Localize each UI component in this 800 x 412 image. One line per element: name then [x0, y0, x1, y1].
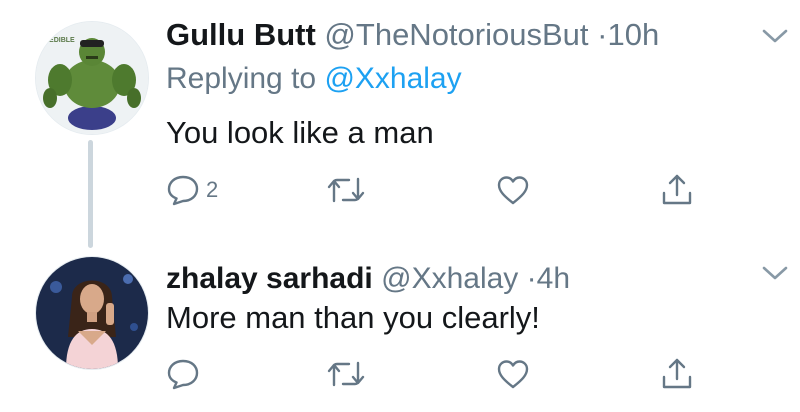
tweet-actions: 2 [0, 170, 800, 210]
retweet-icon [327, 177, 365, 203]
heart-icon [497, 176, 529, 205]
tweet-gullu-butt[interactable]: REDIBLE Gullu Butt @TheNotoriousBut ·10h… [0, 0, 800, 248]
tweet-zhalay-sarhadi[interactable]: zhalay sarhadi @Xxhalay ·4h More man tha… [0, 240, 800, 412]
replying-to: Replying to @Xxhalay [166, 59, 462, 99]
reply-count: 2 [206, 177, 219, 202]
chevron-down-icon[interactable] [762, 28, 788, 44]
tweet-header: zhalay sarhadi @Xxhalay ·4h [166, 260, 570, 298]
tweet-actions [0, 354, 800, 394]
replying-mention-link[interactable]: @Xxhalay [324, 62, 461, 95]
retweet-icon [327, 361, 365, 387]
like-button[interactable] [496, 170, 530, 210]
reply-icon [167, 359, 199, 390]
timestamp[interactable]: 10h [607, 17, 659, 52]
share-icon [662, 174, 692, 205]
like-button[interactable] [496, 354, 530, 394]
user-handle[interactable]: @Xxhalay [381, 262, 518, 295]
separator: · [526, 262, 537, 295]
share-button[interactable] [660, 170, 694, 210]
reply-button[interactable]: 2 [166, 170, 218, 210]
tweet-header: Gullu Butt @TheNotoriousBut ·10h [166, 15, 659, 55]
timestamp[interactable]: 4h [537, 262, 570, 295]
tweet-text: More man than you clearly! [166, 300, 540, 335]
retweet-button[interactable] [326, 170, 366, 210]
heart-icon [497, 360, 529, 389]
reply-icon [167, 175, 199, 206]
user-avatar[interactable]: REDIBLE [35, 21, 149, 135]
chevron-down-icon[interactable] [762, 265, 788, 281]
user-handle[interactable]: @TheNotoriousBut [324, 17, 588, 52]
display-name[interactable]: zhalay sarhadi [166, 262, 373, 295]
woman-avatar-icon [36, 257, 148, 369]
avatar-badge-text: REDIBLE [44, 37, 75, 44]
separator: · [597, 17, 608, 52]
share-icon [662, 358, 692, 389]
retweet-button[interactable] [326, 354, 366, 394]
tweet-text: You look like a man [166, 115, 434, 150]
share-button[interactable] [660, 354, 694, 394]
user-avatar[interactable] [35, 256, 149, 370]
display-name[interactable]: Gullu Butt [166, 17, 316, 52]
reply-button[interactable] [166, 354, 200, 394]
replying-prefix: Replying to [166, 62, 317, 95]
hulk-avatar-icon: REDIBLE [36, 22, 148, 134]
